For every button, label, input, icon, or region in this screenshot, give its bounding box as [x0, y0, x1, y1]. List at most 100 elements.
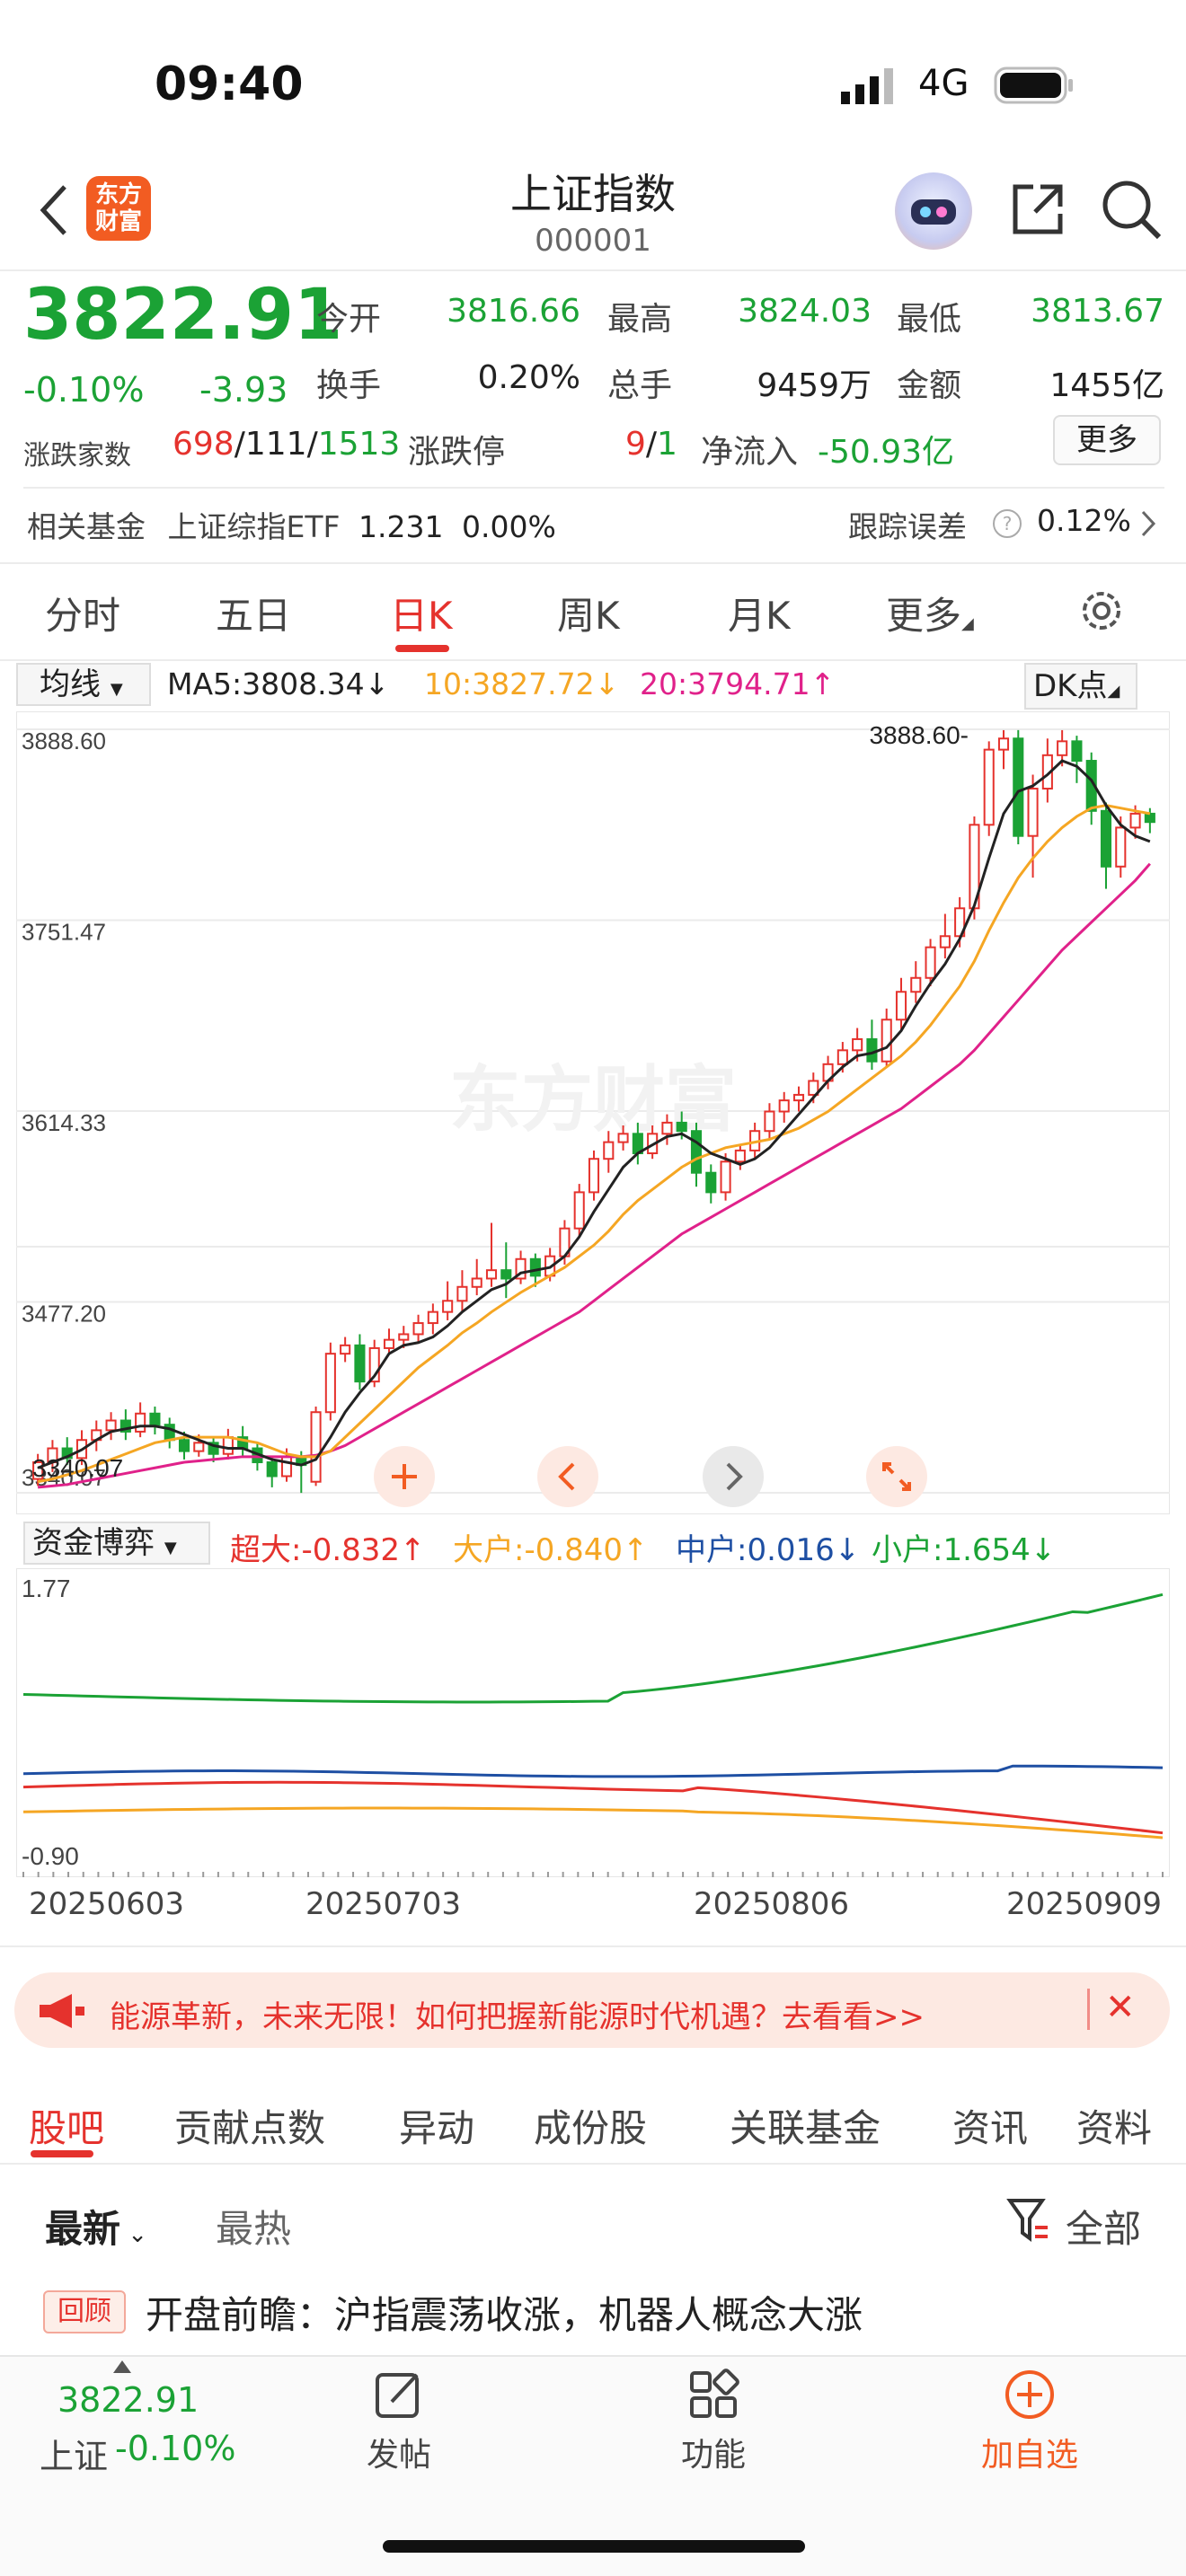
flat-count: 111	[244, 426, 307, 463]
post-title[interactable]: 开盘前瞻：沪指震荡收涨，机器人概念大涨	[146, 2285, 863, 2340]
legend-large: 大户:-0.840↑	[453, 1532, 649, 1568]
related-fund-label: 相关基金	[27, 509, 146, 544]
tab-intraday[interactable]: 分时	[45, 586, 120, 640]
min-price-label: 3340.07	[32, 1454, 123, 1482]
tab-constituents[interactable]: 成份股	[534, 2098, 647, 2153]
share-icon[interactable]	[1008, 180, 1067, 239]
open-value: 3816.66	[447, 293, 580, 330]
fund-flow-selector[interactable]: 资金博弈 ▼	[23, 1522, 210, 1565]
candle-body	[456, 1285, 468, 1302]
function-grid-icon[interactable]	[686, 2368, 740, 2422]
divider	[0, 1945, 1186, 1947]
add-watchlist-button[interactable]: 加自选	[967, 2429, 1093, 2475]
network-type: 4G	[918, 63, 969, 104]
assistant-robot-icon[interactable]	[895, 172, 972, 250]
tab-anomaly[interactable]: 异动	[399, 2098, 474, 2153]
candle-body	[573, 1191, 585, 1230]
sort-newest[interactable]: 最新 ⌄	[45, 2199, 147, 2254]
candle-body	[1071, 740, 1083, 763]
filter-icon[interactable]	[1006, 2197, 1049, 2244]
down-count: 1513	[317, 426, 401, 463]
fund-flow-chart[interactable]: 1.77 -0.90	[16, 1568, 1170, 1877]
back-arrow-icon[interactable]	[36, 183, 72, 237]
candle-body	[792, 1093, 805, 1102]
post-badge: 回顾	[43, 2290, 126, 2333]
limit-values: 9/1	[625, 426, 677, 463]
candle-body	[178, 1439, 190, 1452]
page-title: 上证指数	[510, 170, 676, 218]
kline-chart[interactable]: 3888.60 3751.47 3614.33 3477.20 3340.07 东方财富 3…	[16, 711, 1170, 1514]
candle-body	[603, 1141, 615, 1160]
expand-button-bg	[866, 1446, 927, 1507]
divider	[0, 562, 1186, 564]
fund-pct: 0.00%	[461, 509, 556, 544]
large-series-line	[22, 1806, 1164, 1839]
tab-guba[interactable]: 股吧	[29, 2098, 104, 2153]
more-button[interactable]: 更多	[1053, 415, 1161, 465]
x-axis-label: 20250703	[305, 1886, 462, 1922]
post-button[interactable]: 发帖	[336, 2429, 462, 2475]
candle-body	[149, 1412, 161, 1426]
watermark: 东方财富	[449, 1058, 737, 1142]
candle-body	[939, 935, 951, 948]
candle-body	[340, 1344, 351, 1355]
candle-body	[910, 976, 922, 993]
filter-all[interactable]: 全部	[1066, 2199, 1141, 2254]
related-fund-row[interactable]: 相关基金 上证综指ETF 1.231 0.00%	[27, 503, 556, 546]
candle-body	[266, 1461, 278, 1478]
candle-body	[676, 1121, 687, 1133]
add-watchlist-icon[interactable]	[1003, 2368, 1057, 2422]
candle-body	[866, 1037, 878, 1063]
tracking-error-value: 0.12%	[1037, 503, 1131, 538]
sort-hottest[interactable]: 最热	[216, 2199, 291, 2254]
candle-body	[734, 1149, 746, 1163]
tab-day-k[interactable]: 日K	[390, 586, 453, 640]
help-icon[interactable]: ?	[992, 508, 1022, 539]
candle-body	[720, 1160, 731, 1194]
chevron-right-button-bg	[703, 1446, 764, 1507]
candle-body	[690, 1130, 703, 1174]
gear-icon[interactable]	[1076, 586, 1127, 636]
tab-related-funds[interactable]: 关联基金	[730, 2098, 881, 2153]
medium-series-line	[22, 1764, 1164, 1778]
change-percent: -0.10%	[23, 370, 145, 410]
indicator-selector[interactable]: 均线 ▼	[16, 663, 151, 706]
candle-body	[778, 1099, 790, 1113]
high-label: 最高	[607, 301, 673, 338]
chevron-left-button[interactable]	[537, 1446, 598, 1507]
candle-body	[925, 946, 936, 979]
divider	[0, 269, 1186, 271]
dk-point-label: DK点	[1033, 668, 1108, 704]
tab-news[interactable]: 资讯	[952, 2098, 1028, 2153]
divider	[0, 659, 1186, 661]
breadth-values: 698/111/1513	[173, 426, 401, 463]
candle-body	[354, 1344, 366, 1383]
tab-more[interactable]: 更多◢	[886, 586, 974, 640]
chevron-right-icon[interactable]	[1139, 508, 1157, 539]
expand-button[interactable]	[866, 1446, 927, 1507]
chevron-right-button[interactable]	[703, 1446, 764, 1507]
dk-point-selector[interactable]: DK点◢	[1024, 663, 1137, 710]
tab-profile[interactable]: 资料	[1076, 2098, 1152, 2153]
plus-button[interactable]	[374, 1446, 435, 1507]
ma5-value: MA5:3808.34↓	[167, 666, 390, 701]
tab-month-k[interactable]: 月K	[728, 586, 791, 640]
low-label: 最低	[897, 301, 962, 338]
limit-down-count: 1	[657, 426, 677, 463]
fund-name: 上证综指ETF	[167, 509, 341, 544]
legend-small: 小户:1.654↓	[872, 1532, 1057, 1568]
search-icon[interactable]	[1100, 178, 1163, 241]
tab-week-k[interactable]: 周K	[557, 586, 620, 640]
tab-five-day[interactable]: 五日	[216, 586, 291, 640]
bottom-change-pct: -0.10%	[115, 2429, 236, 2468]
tab-contribution-points[interactable]: 贡献点数	[174, 2098, 325, 2153]
bottom-price[interactable]: 3822.91	[58, 2380, 199, 2420]
function-button[interactable]: 功能	[651, 2429, 776, 2475]
caret-up-icon	[113, 2360, 131, 2373]
promo-banner-text[interactable]: 能源革新，未来无限！如何把握新能源时代机遇？去看看>>	[110, 1992, 925, 2036]
tracking-error-label: 跟踪误差	[848, 509, 967, 544]
logo-text-line2: 财富	[94, 208, 142, 235]
post-edit-icon[interactable]	[372, 2368, 426, 2422]
close-icon[interactable]: ✕	[1105, 1987, 1136, 2028]
indicator-selector-label: 均线	[40, 666, 101, 702]
